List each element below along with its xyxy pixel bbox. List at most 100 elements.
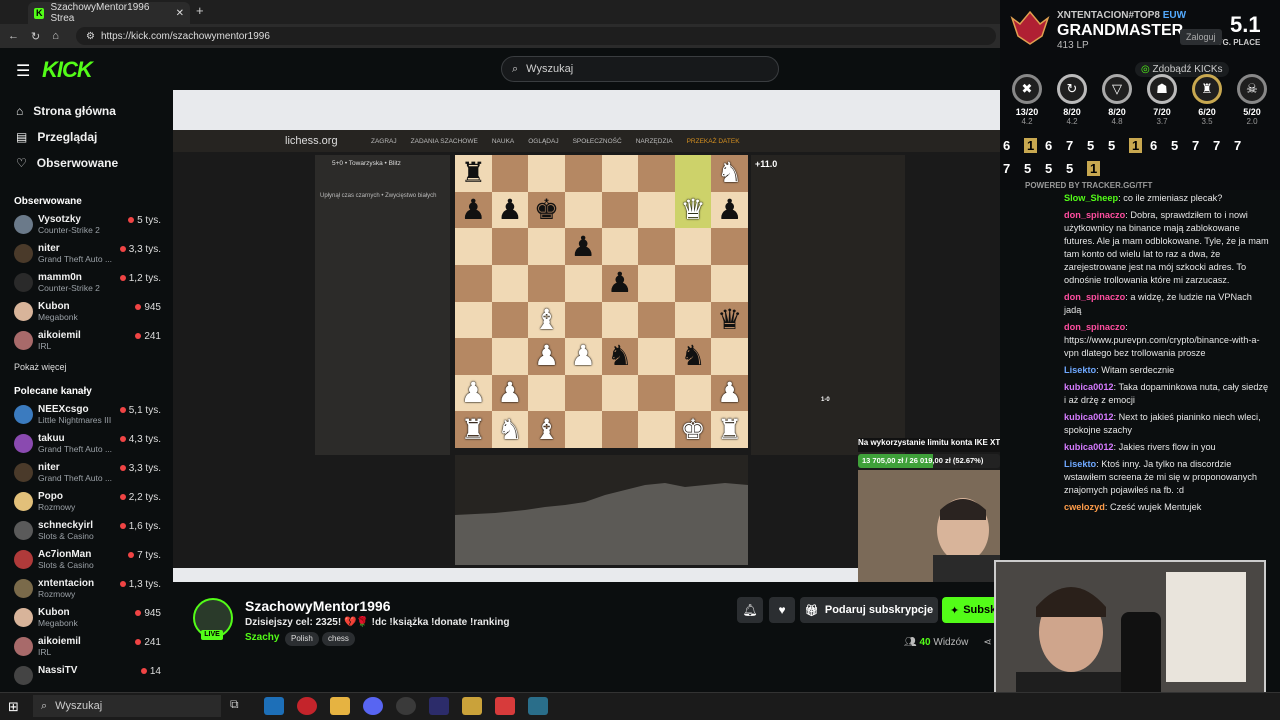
- board-square: [601, 411, 639, 448]
- board-square: ♛: [711, 301, 748, 339]
- channel-viewers: 945: [135, 608, 161, 619]
- kick-logo[interactable]: KICK: [42, 57, 93, 83]
- chat-separator: :: [1125, 322, 1128, 332]
- app-icon[interactable]: [429, 697, 449, 715]
- chat-username[interactable]: kubica0012: [1064, 382, 1114, 392]
- channel-row[interactable]: takuu Grand Theft Auto ... 4,3 tys.: [0, 430, 172, 459]
- league-icon[interactable]: [462, 697, 482, 715]
- close-tab-icon[interactable]: ✕: [176, 8, 184, 19]
- channel-row[interactable]: schneckyirl Slots & Casino 1,6 tys.: [0, 517, 172, 546]
- tracker-game-avg: 3.5: [1201, 117, 1213, 126]
- browser-tab[interactable]: K SzachowyMentor1996 Strea ✕: [28, 2, 190, 24]
- back-icon[interactable]: ←: [8, 30, 19, 42]
- notification-bell-icon[interactable]: 🔔︎: [737, 597, 763, 623]
- discord-icon[interactable]: [363, 697, 383, 715]
- chat-text: Witam serdecznie: [1101, 365, 1175, 375]
- channel-category: Megabonk: [38, 312, 78, 322]
- channel-row[interactable]: Popo Rozmowy 2,2 tys.: [0, 488, 172, 517]
- taskbar-search[interactable]: ⌕ Wyszukaj: [33, 695, 221, 717]
- channel-category: Rozmowy: [38, 502, 76, 512]
- search-input[interactable]: ⌕ Wyszukaj: [501, 56, 779, 82]
- tracker-placement: 5: [1171, 138, 1179, 153]
- channel-row[interactable]: aikoiemil IRL 241: [0, 327, 172, 356]
- channel-row[interactable]: xntentacion Rozmowy 1,3 tys.: [0, 575, 172, 604]
- show-more-link[interactable]: Pokaż więcej: [0, 356, 172, 378]
- site-info-icon[interactable]: ⚙: [86, 31, 95, 42]
- channel-row[interactable]: niter Grand Theft Auto ... 3,3 tys.: [0, 240, 172, 269]
- analysis-moves-panel: +11.0 1-0: [751, 155, 905, 455]
- chat-username[interactable]: Lisekto: [1064, 365, 1096, 375]
- stream-category[interactable]: Szachy: [245, 632, 279, 643]
- home-icon[interactable]: ⌂: [52, 30, 59, 42]
- board-square: [638, 228, 675, 265]
- channel-avatar: [14, 463, 33, 482]
- board-square: ♞: [491, 411, 529, 448]
- app-red-icon[interactable]: [495, 697, 515, 715]
- board-square: [455, 264, 492, 302]
- chat-username[interactable]: Lisekto: [1064, 459, 1096, 469]
- menu-icon[interactable]: ☰: [16, 61, 30, 81]
- board-square: ♝: [528, 411, 565, 448]
- sidebar: ⌂ Strona główna ▤ Przeglądaj ♡ Obserwowane …: [0, 90, 172, 690]
- tag-chess[interactable]: chess: [322, 632, 355, 646]
- obs-icon[interactable]: [396, 697, 416, 715]
- video-player[interactable]: lichess.org ZAGRAJ ZADANIA SZACHOWE NAUK…: [173, 90, 1000, 582]
- board-square: [674, 374, 712, 412]
- nav-following[interactable]: ♡ Obserwowane: [0, 150, 172, 176]
- opera-icon[interactable]: [297, 697, 317, 715]
- tracker-game-avg: 3.7: [1156, 117, 1168, 126]
- lichess-brand: lichess.org: [285, 135, 338, 147]
- file-explorer-icon[interactable]: [330, 697, 350, 715]
- channel-row[interactable]: Vysotzky Counter-Strike 25 tys.: [0, 211, 172, 240]
- chess-piece: ♛: [680, 193, 706, 225]
- url-field[interactable]: ⚙ https://kick.com/szachowymentor1996: [76, 27, 996, 45]
- board-square: [674, 264, 712, 302]
- gift-subs-button[interactable]: 🎁︎ Podaruj subskrypcje: [800, 597, 938, 623]
- chat-username[interactable]: Slow_Sheep: [1064, 193, 1118, 203]
- reload-icon[interactable]: ↻: [31, 30, 40, 43]
- channel-row[interactable]: NEEXcsgo Little Nightmares III 5,1 tys.: [0, 401, 172, 430]
- chat-text: Jakies rivers flow in you: [1118, 442, 1216, 452]
- new-tab-icon[interactable]: +: [196, 3, 204, 18]
- channel-row[interactable]: mamm0n Counter-Strike 2 1,2 tys.: [0, 269, 172, 298]
- chat-username[interactable]: don_spinaczo: [1064, 292, 1125, 302]
- game-info-panel: 5+0 • Towarzyska • Blitz Upłynął czas cz…: [315, 155, 450, 455]
- windows-start-icon[interactable]: ⊞: [8, 699, 19, 715]
- nav-browse[interactable]: ▤ Przeglądaj: [0, 124, 172, 150]
- channel-avatar: [14, 302, 33, 321]
- task-view-icon[interactable]: ⧉: [230, 697, 250, 715]
- board-square: [564, 301, 602, 339]
- chat-username[interactable]: cwelozyd: [1064, 502, 1105, 512]
- follow-heart-icon[interactable]: ♥: [769, 597, 795, 623]
- chat-text: Cześć wujek Mentujek: [1109, 502, 1202, 512]
- channel-viewers: 5,1 tys.: [120, 405, 161, 416]
- kicks-button[interactable]: ◎ Zdobądź KICKs: [1135, 62, 1229, 77]
- chess-piece: ♞: [717, 157, 743, 189]
- channel-viewers: 2,2 tys.: [120, 492, 161, 503]
- nav-home[interactable]: ⌂ Strona główna: [0, 98, 172, 124]
- chat-username[interactable]: don_spinaczo: [1064, 322, 1125, 332]
- channel-row[interactable]: NassiTV 14: [0, 662, 172, 691]
- channel-row[interactable]: Kubon Megabonk 945: [0, 298, 172, 327]
- channel-avatar: [14, 331, 33, 350]
- edge-icon[interactable]: [264, 697, 284, 715]
- tag-polish[interactable]: Polish: [285, 632, 319, 646]
- chat-username[interactable]: kubica0012: [1064, 442, 1114, 452]
- app-teal-icon[interactable]: [528, 697, 548, 715]
- chat-username[interactable]: kubica0012: [1064, 412, 1114, 422]
- board-square: ♟: [711, 374, 748, 412]
- tracker-placement: 5: [1087, 138, 1095, 153]
- channel-row[interactable]: aikoiemil IRL 241: [0, 633, 172, 662]
- channel-row[interactable]: niter Grand Theft Auto ... 3,3 tys.: [0, 459, 172, 488]
- login-button[interactable]: Zaloguj: [1180, 29, 1222, 45]
- channel-avatar: [14, 492, 33, 511]
- channel-row[interactable]: Kubon Megabonk 945: [0, 604, 172, 633]
- chat-username[interactable]: don_spinaczo: [1064, 210, 1125, 220]
- channel-name[interactable]: SzachowyMentor1996: [245, 598, 391, 614]
- board-square: [528, 228, 565, 265]
- share-icon[interactable]: ⋖: [983, 637, 991, 648]
- channel-row[interactable]: Ac7ionMan Slots & Casino 7 tys.: [0, 546, 172, 575]
- subscribe-button[interactable]: ✦ Subskrybuj: [942, 597, 1000, 623]
- tracker-game-icon: ✖: [1012, 74, 1042, 104]
- board-square: ♟: [601, 264, 639, 302]
